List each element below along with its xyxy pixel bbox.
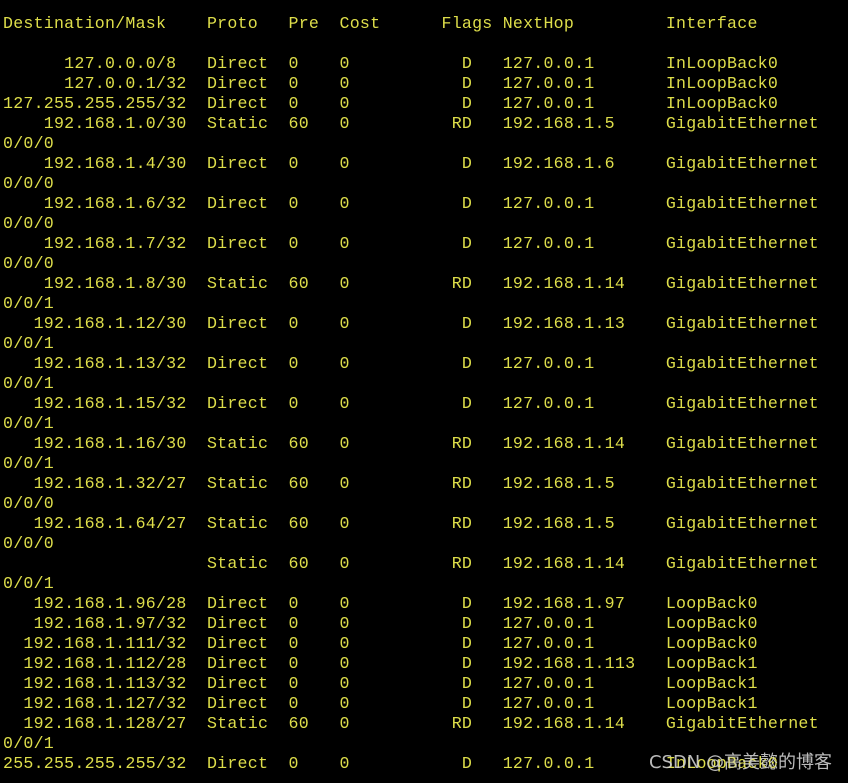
- routing-table-line: 0/0/1: [3, 734, 54, 753]
- routing-table-line: 192.168.1.7/32 Direct 0 0 D 127.0.0.1 Gi…: [3, 234, 819, 253]
- routing-table-line: 0/0/1: [3, 334, 54, 353]
- routing-table-line: 192.168.1.15/32 Direct 0 0 D 127.0.0.1 G…: [3, 394, 819, 413]
- routing-table-line: 192.168.1.128/27 Static 60 0 RD 192.168.…: [3, 714, 819, 733]
- routing-table-line: 192.168.1.0/30 Static 60 0 RD 192.168.1.…: [3, 114, 819, 133]
- routing-table-line: 192.168.1.96/28 Direct 0 0 D 192.168.1.9…: [3, 594, 758, 613]
- routing-table-line: 0/0/0: [3, 534, 54, 553]
- routing-table-line: 192.168.1.127/32 Direct 0 0 D 127.0.0.1 …: [3, 694, 758, 713]
- routing-table-line: 192.168.1.113/32 Direct 0 0 D 127.0.0.1 …: [3, 674, 758, 693]
- routing-table-line: 192.168.1.4/30 Direct 0 0 D 192.168.1.6 …: [3, 154, 819, 173]
- routing-table-line: 0/0/1: [3, 294, 54, 313]
- routing-table-line: 0/0/0: [3, 134, 54, 153]
- routing-table-line: 0/0/1: [3, 374, 54, 393]
- routing-table-line: 192.168.1.12/30 Direct 0 0 D 192.168.1.1…: [3, 314, 819, 333]
- routing-table-line: 127.255.255.255/32 Direct 0 0 D 127.0.0.…: [3, 94, 779, 113]
- routing-table-line: 0/0/0: [3, 254, 54, 273]
- routing-table-line: 192.168.1.32/27 Static 60 0 RD 192.168.1…: [3, 474, 819, 493]
- routing-table-line: 0/0/0: [3, 214, 54, 233]
- routing-table-line: 0/0/1: [3, 414, 54, 433]
- routing-table-line: 192.168.1.16/30 Static 60 0 RD 192.168.1…: [3, 434, 819, 453]
- routing-table-line: 127.0.0.1/32 Direct 0 0 D 127.0.0.1 InLo…: [3, 74, 779, 93]
- routing-table-line: 0/0/0: [3, 174, 54, 193]
- routing-table-line: 192.168.1.111/32 Direct 0 0 D 127.0.0.1 …: [3, 634, 758, 653]
- routing-table-line: 0/0/1: [3, 574, 54, 593]
- routing-table-line: 192.168.1.97/32 Direct 0 0 D 127.0.0.1 L…: [3, 614, 758, 633]
- routing-table-line: 0/0/0: [3, 494, 54, 513]
- routing-table-line: 192.168.1.112/28 Direct 0 0 D 192.168.1.…: [3, 654, 758, 673]
- routing-table-header: Destination/Mask Proto Pre Cost Flags Ne…: [3, 14, 758, 33]
- routing-table-line: 192.168.1.8/30 Static 60 0 RD 192.168.1.…: [3, 274, 819, 293]
- routing-table-line: 192.168.1.13/32 Direct 0 0 D 127.0.0.1 G…: [3, 354, 819, 373]
- routing-table-line: 127.0.0.0/8 Direct 0 0 D 127.0.0.1 InLoo…: [3, 54, 779, 73]
- csdn-watermark: CSDN @高美懿的博客: [648, 752, 832, 773]
- routing-table-line: Static 60 0 RD 192.168.1.14 GigabitEther…: [3, 554, 819, 573]
- routing-table-line: 192.168.1.6/32 Direct 0 0 D 127.0.0.1 Gi…: [3, 194, 819, 213]
- routing-table-line: 0/0/1: [3, 454, 54, 473]
- routing-table-line: 192.168.1.64/27 Static 60 0 RD 192.168.1…: [3, 514, 819, 533]
- terminal-output: Destination/Mask Proto Pre Cost Flags Ne…: [0, 0, 848, 783]
